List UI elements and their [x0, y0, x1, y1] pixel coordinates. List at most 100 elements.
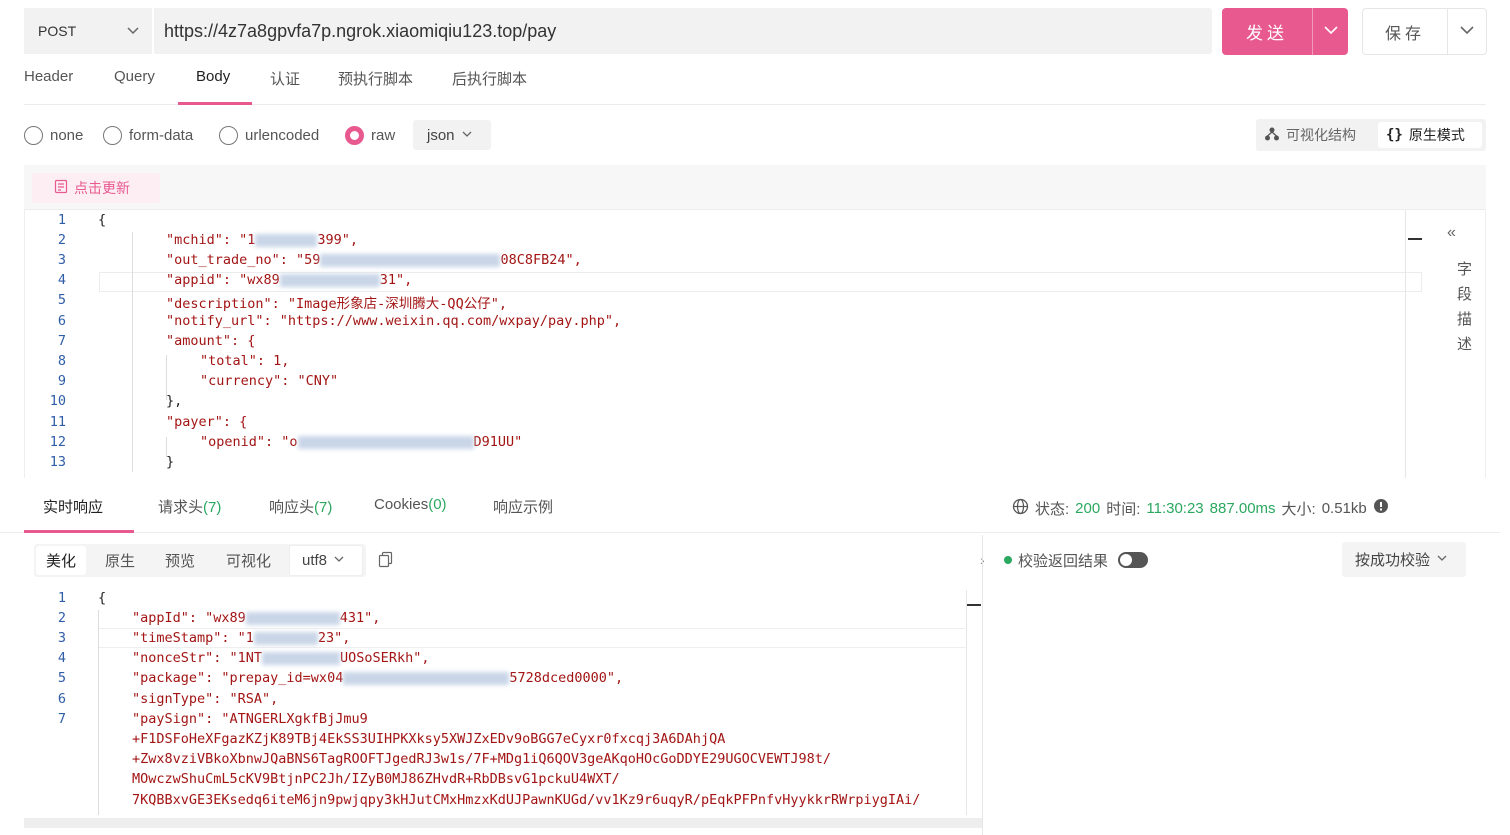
tab-pre-script[interactable]: 预执行脚本	[338, 68, 413, 104]
scrollbar[interactable]	[1405, 210, 1435, 478]
send-dropdown-button[interactable]	[1312, 8, 1348, 55]
encoding-select[interactable]: utf8	[289, 545, 363, 576]
code-line: {	[98, 212, 107, 228]
code-token: "openid": "o	[200, 434, 298, 450]
raw-mode-button[interactable]: {} 原生模式	[1378, 122, 1482, 148]
code-line: "total": 1,	[200, 353, 290, 369]
save-button[interactable]: 保存	[1362, 8, 1448, 55]
line-number: 7	[57, 711, 66, 727]
tabs-divider	[0, 532, 1500, 533]
line-number: 6	[57, 313, 66, 329]
tab-cookies[interactable]: Cookies(0)	[374, 496, 447, 513]
copy-icon[interactable]	[378, 551, 394, 573]
status-label: 状态:	[1035, 500, 1070, 518]
code-token: "mchid": "1	[166, 232, 256, 248]
time-value: 11:30:23	[1146, 499, 1204, 517]
code-line: "payer": {	[166, 414, 248, 430]
line-number: 7	[57, 333, 66, 349]
update-label: 点击更新	[74, 180, 130, 196]
visual-mode-label: 可视化结构	[1286, 127, 1356, 143]
code-line: "timeStamp": "1 23",	[132, 630, 350, 646]
redacted-value	[320, 253, 501, 267]
code-token: "nonceStr": "1NT	[132, 650, 263, 666]
tab-response-headers[interactable]: 响应头(7)	[269, 496, 332, 517]
code-token: 431",	[339, 610, 381, 626]
indent-guide	[98, 610, 99, 815]
tab-auth[interactable]: 认证	[270, 68, 300, 104]
line-number: 12	[49, 434, 66, 450]
url-input[interactable]	[160, 8, 1200, 54]
visualize-button[interactable]: 可视化	[226, 550, 271, 571]
encoding-label: utf8	[302, 552, 328, 569]
code-line: "package": "prepay_id=wx04 5728dced0000",	[132, 670, 623, 686]
redacted-value	[262, 651, 341, 665]
tab-request-headers[interactable]: 请求头(7)	[158, 496, 221, 517]
code-token: "package": "prepay_id=wx04	[132, 670, 344, 686]
tab-label: 请求头	[158, 499, 204, 516]
code-line: "currency": "CNY"	[200, 373, 339, 389]
panel-divider[interactable]	[982, 535, 983, 835]
preview-button[interactable]: 预览	[165, 550, 195, 571]
tab-query[interactable]: Query	[114, 68, 155, 104]
line-number: 10	[49, 393, 66, 409]
scrollbar[interactable]	[966, 590, 982, 815]
verify-mode-select[interactable]: 按成功校验	[1342, 542, 1466, 577]
chevron-down-icon	[1323, 22, 1339, 42]
code-line: "signType": "RSA",	[132, 691, 279, 707]
scroll-marker	[1408, 238, 1422, 240]
horizontal-scrollbar[interactable]	[24, 818, 982, 828]
radio-circle	[219, 125, 238, 145]
braces-icon: {}	[1386, 127, 1403, 143]
radio-label: raw	[371, 126, 396, 144]
code-line: "amount": {	[166, 333, 256, 349]
editor-toolbar	[24, 165, 1486, 210]
tab-label: 响应示例	[493, 499, 554, 516]
send-button[interactable]: 发送	[1222, 8, 1312, 55]
radio-urlencoded[interactable]: urlencoded	[219, 124, 319, 146]
method-select[interactable]: POST	[24, 8, 154, 54]
tab-post-script[interactable]: 后执行脚本	[452, 68, 527, 104]
verify-mode-label: 按成功校验	[1355, 552, 1431, 569]
double-chevron-left-icon[interactable]: «	[1447, 224, 1456, 242]
visual-mode-button[interactable]: 可视化结构	[1262, 123, 1374, 147]
tab-header[interactable]: Header	[24, 68, 73, 104]
beautify-button[interactable]: 美化	[36, 546, 86, 575]
code-token: UOSoSERkh",	[340, 650, 430, 666]
raw-button[interactable]: 原生	[105, 550, 135, 571]
chevron-down-icon	[461, 127, 473, 144]
code-line: "appId": "wx89 431",	[132, 610, 380, 626]
radio-form-data[interactable]: form-data	[103, 124, 193, 146]
field-description-panel-toggle[interactable]: 字段描述	[1436, 246, 1476, 376]
code-line: "paySign": "ATNGERLXgkfBjJmu9	[132, 711, 368, 727]
response-status-bar: 状态: 200 时间: 11:30:23 887.00ms 大小: 0.51kb	[1012, 497, 1389, 519]
tab-body[interactable]: Body	[196, 68, 230, 104]
info-icon[interactable]	[1373, 498, 1389, 518]
radio-none[interactable]: none	[24, 124, 83, 146]
code-token: 399",	[317, 232, 359, 248]
document-icon	[54, 179, 68, 197]
line-number: 4	[57, 272, 66, 288]
indent-guide	[132, 232, 133, 472]
radio-circle	[24, 125, 43, 145]
raw-format-select[interactable]: json	[413, 120, 491, 150]
globe-icon	[1012, 498, 1029, 519]
code-token: "appId": "wx89	[132, 610, 246, 626]
code-line: +Zwx8vziVBkoXbnwJQaBNS6TagROOFTJgedRJ3w1…	[132, 751, 831, 767]
line-number: 5	[57, 292, 66, 308]
tab-response-example[interactable]: 响应示例	[493, 496, 553, 517]
line-number: 2	[57, 610, 66, 626]
verify-toggle[interactable]	[1118, 552, 1149, 568]
redacted-value	[343, 671, 510, 685]
radio-raw[interactable]: raw	[345, 124, 395, 146]
code-line: "appid": "wx89 31",	[166, 272, 412, 288]
update-button[interactable]: 点击更新	[32, 173, 160, 203]
chevron-down-icon	[1436, 551, 1448, 568]
code-line: "nonceStr": "1NT UOSoSERkh",	[132, 650, 429, 666]
code-token: "out_trade_no": "59	[166, 252, 321, 268]
time-label: 时间:	[1106, 500, 1141, 518]
save-dropdown-button[interactable]	[1447, 8, 1487, 55]
verify-label: 校验返回结果	[1018, 552, 1109, 570]
radio-label: none	[50, 126, 84, 144]
tab-live-response[interactable]: 实时响应	[43, 496, 103, 517]
radio-label: form-data	[129, 126, 194, 144]
